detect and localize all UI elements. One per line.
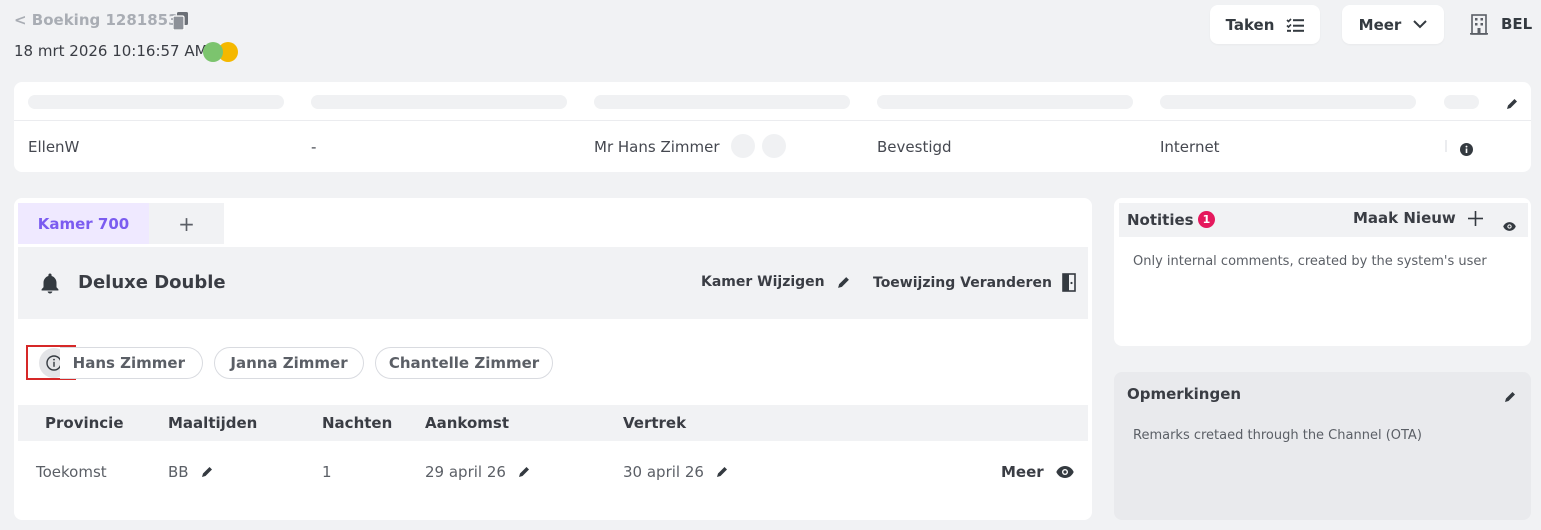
add-room-tab[interactable]: + <box>149 203 224 244</box>
new-note-button[interactable]: Maak Nieuw <box>1353 209 1483 227</box>
bell-icon <box>40 272 60 298</box>
change-room-label: Kamer Wijzigen <box>701 274 825 290</box>
guest-chip[interactable]: Janna Zimmer <box>214 347 364 379</box>
notes-eye-icon[interactable] <box>1503 216 1516 235</box>
skeleton-bar <box>594 95 850 109</box>
skeleton-bar <box>28 95 284 109</box>
info-icon[interactable] <box>1460 141 1473 160</box>
edit-remarks-icon[interactable] <box>1504 388 1516 407</box>
change-assignment-button[interactable]: Toewijzing Veranderen <box>873 273 1076 292</box>
checklist-icon <box>1286 17 1305 32</box>
edit-departure-icon[interactable] <box>716 466 728 478</box>
booking-summary-card: EllenW - Mr Hans Zimmer Bevestigd Intern… <box>14 82 1531 172</box>
row-more-button[interactable]: Meer <box>1001 463 1074 481</box>
booking-datetime: 18 mrt 2026 10:16:57 AM <box>14 42 208 60</box>
summary-field: - <box>311 138 317 156</box>
notes-body: Only internal comments, created by the s… <box>1133 254 1487 269</box>
more-button[interactable]: Meer <box>1342 5 1444 44</box>
row-more-label: Meer <box>1001 463 1044 481</box>
remarks-title: Opmerkingen <box>1127 385 1242 403</box>
tasks-label: Taken <box>1225 15 1275 34</box>
aankomst-value: 29 april 26 <box>425 463 506 481</box>
new-note-label: Maak Nieuw <box>1353 209 1456 227</box>
more-label: Meer <box>1358 15 1402 34</box>
divider <box>1445 140 1447 152</box>
skeleton-bar <box>1444 95 1479 109</box>
cell-aankomst: 29 april 26 <box>425 463 530 481</box>
notes-count-badge: 1 <box>1198 211 1215 228</box>
chevron-down-icon <box>1413 20 1428 29</box>
column-header-maaltijden: Maaltijden <box>168 414 258 432</box>
cell-provincie: Toekomst <box>36 463 107 481</box>
summary-status: Bevestigd <box>877 138 952 156</box>
skeleton-bar <box>1160 95 1416 109</box>
vertrek-value: 30 april 26 <box>623 463 704 481</box>
property-code[interactable]: BEL <box>1501 15 1532 33</box>
skeleton-bar <box>311 95 567 109</box>
summary-guest[interactable]: Mr Hans Zimmer <box>594 138 720 156</box>
eye-icon <box>1055 466 1074 478</box>
skeleton-bar <box>877 95 1133 109</box>
remarks-body: Remarks cretaed through the Channel (OTA… <box>1133 428 1422 443</box>
cell-nachten: 1 <box>322 463 332 481</box>
guest-avatar <box>762 134 786 158</box>
change-assignment-label: Toewijzing Veranderen <box>873 274 1052 291</box>
cell-vertrek: 30 april 26 <box>623 463 728 481</box>
maaltijden-value: BB <box>168 463 189 481</box>
column-header-provincie: Provincie <box>45 414 124 432</box>
notes-title: Notities <box>1127 211 1194 229</box>
column-header-nachten: Nachten <box>322 414 393 432</box>
column-header-aankomst: Aankomst <box>425 414 510 432</box>
edit-summary-icon[interactable] <box>1506 95 1518 114</box>
guest-avatar <box>731 134 755 158</box>
summary-user: EllenW <box>28 138 80 156</box>
edit-meals-icon[interactable] <box>201 466 213 478</box>
door-icon <box>1062 273 1076 292</box>
nachten-value: 1 <box>322 463 332 481</box>
guest-chip[interactable]: Chantelle Zimmer <box>375 347 553 379</box>
provincie-value: Toekomst <box>36 463 107 481</box>
divider <box>14 120 1531 121</box>
change-room-button[interactable]: Kamer Wijzigen <box>701 274 850 290</box>
column-header-vertrek: Vertrek <box>623 414 687 432</box>
tasks-button[interactable]: Taken <box>1210 5 1320 44</box>
room-type: Deluxe Double <box>78 272 226 293</box>
edit-arrival-icon[interactable] <box>518 466 530 478</box>
pencil-icon <box>837 276 849 288</box>
plus-icon <box>1467 210 1483 226</box>
status-indicator <box>203 42 239 62</box>
building-icon <box>1470 13 1488 39</box>
copy-icon[interactable] <box>172 12 189 34</box>
summary-channel: Internet <box>1160 138 1220 156</box>
guest-chip[interactable]: Hans Zimmer <box>60 347 203 379</box>
back-link[interactable]: < Boeking 1281853 <box>14 11 179 29</box>
cell-maaltijden: BB <box>168 463 213 481</box>
status-dot-green <box>203 42 223 62</box>
tab-kamer-700[interactable]: Kamer 700 <box>18 203 149 244</box>
